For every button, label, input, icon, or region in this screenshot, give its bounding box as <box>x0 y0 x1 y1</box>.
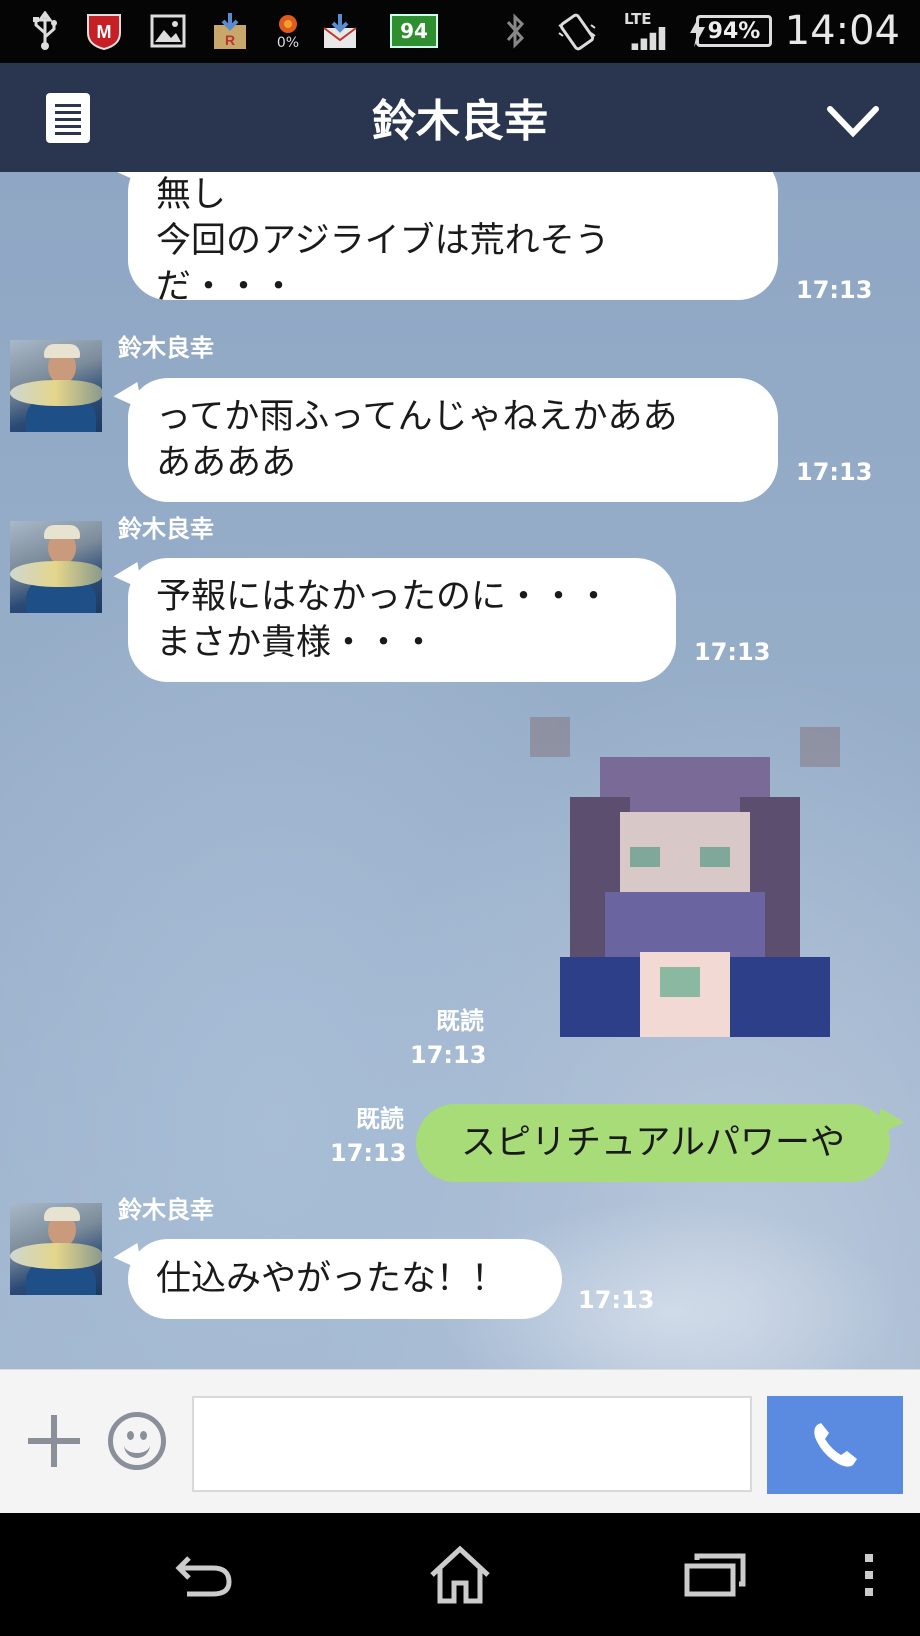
emoji-icon[interactable] <box>108 1412 166 1470</box>
system-nav-bar <box>0 1513 920 1636</box>
message-time: 17:13 <box>578 1286 655 1314</box>
avatar[interactable] <box>10 1203 102 1295</box>
notification-94-icon: 94 <box>390 12 438 50</box>
message-time: 17:13 <box>694 638 771 666</box>
chat-title: 鈴木良幸 <box>372 96 548 147</box>
message-time: 17:13 <box>796 276 873 304</box>
input-bar <box>0 1369 920 1514</box>
cpu-percent: 0% <box>276 35 300 51</box>
message-bubble[interactable]: 仕込みやがったな！！ <box>128 1239 562 1319</box>
signal-icon: LTE <box>624 12 674 50</box>
chat-header: 鈴木良幸 <box>0 63 920 174</box>
sticker-image[interactable] <box>530 717 870 1067</box>
overflow-icon[interactable] <box>854 1543 884 1607</box>
download-icon: R <box>210 12 250 50</box>
phone-icon <box>814 1423 857 1467</box>
chat-area[interactable]: 無し 今回のアジライブは荒れそう だ・・・ 17:13 鈴木良幸 ってか雨ふって… <box>0 172 920 1369</box>
sender-name: 鈴木良幸 <box>118 515 214 543</box>
message-bubble[interactable]: 無し 今回のアジライブは荒れそう だ・・・ <box>128 172 778 307</box>
recent-apps-icon[interactable] <box>680 1543 750 1607</box>
avatar[interactable] <box>10 521 102 613</box>
plus-icon[interactable] <box>28 1415 80 1467</box>
svg-text:M: M <box>97 22 112 42</box>
read-receipt: 既読 17:13 <box>330 1105 407 1167</box>
bluetooth-icon <box>498 12 532 50</box>
cpu-icon: 0% <box>268 12 308 50</box>
sender-name: 鈴木良幸 <box>118 334 214 362</box>
message-bubble[interactable]: 予報にはなかったのに・・・ まさか貴様・・・ <box>128 558 676 682</box>
call-button[interactable] <box>767 1396 903 1494</box>
svg-text:R: R <box>225 32 235 48</box>
mcafee-icon: M <box>82 12 126 51</box>
sender-name: 鈴木良幸 <box>118 1196 214 1224</box>
back-icon[interactable] <box>170 1543 240 1607</box>
gallery-icon <box>148 12 188 50</box>
avatar[interactable] <box>10 340 102 432</box>
message-input[interactable] <box>192 1396 752 1492</box>
home-icon[interactable] <box>424 1543 496 1607</box>
usb-icon <box>28 11 62 50</box>
read-receipt: 既読 17:13 <box>410 1007 487 1069</box>
mail-icon <box>320 12 360 50</box>
message-bubble[interactable]: ってか雨ふってんじゃねえかああ ああああ <box>128 378 778 502</box>
vibrate-icon <box>554 12 600 51</box>
battery-indicator: 94% <box>696 15 772 47</box>
message-time: 17:13 <box>796 458 873 486</box>
chevron-down-icon[interactable] <box>826 101 880 141</box>
network-type: LTE <box>624 10 652 28</box>
message-bubble-outgoing[interactable]: スピリチュアルパワーや <box>416 1104 890 1182</box>
status-bar: M R 0% 94 LTE 94% 14:04 <box>0 0 920 63</box>
status-time: 14:04 <box>784 8 900 54</box>
